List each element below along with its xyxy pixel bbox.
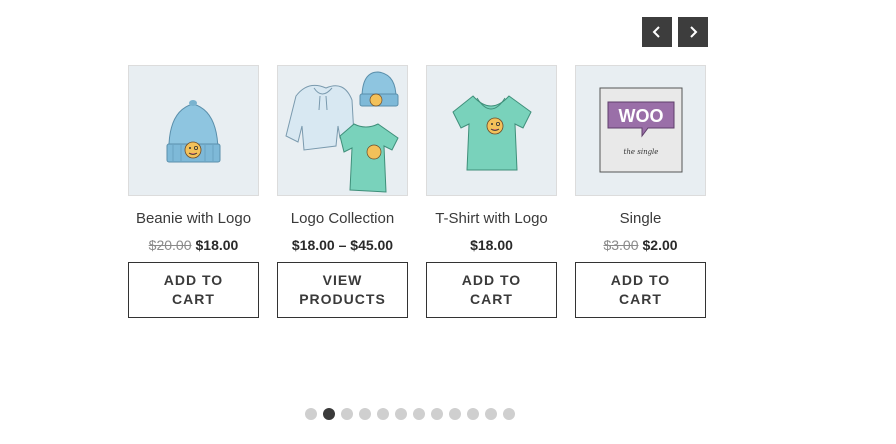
add-to-cart-button[interactable]: ADD TO CART <box>426 262 557 318</box>
add-to-cart-button[interactable]: ADD TO CART <box>128 262 259 318</box>
product-card-single: WOO the single Single $3.00 $2.00 ADD TO … <box>575 65 706 318</box>
pagination-dot[interactable] <box>503 408 515 420</box>
original-price: $3.00 <box>603 237 639 253</box>
beanie-image[interactable] <box>128 65 259 196</box>
pagination-dot[interactable] <box>485 408 497 420</box>
product-card-logo-collection: Logo Collection $18.00 – $45.00 VIEW PRO… <box>277 65 408 318</box>
sale-price: $18.00 <box>195 237 239 253</box>
carousel-pagination <box>305 408 515 420</box>
tshirt-illustration <box>452 95 532 171</box>
product-title[interactable]: Logo Collection <box>277 210 408 228</box>
album-caption: the single <box>624 148 659 156</box>
pagination-dot[interactable] <box>305 408 317 420</box>
pagination-dot[interactable] <box>341 408 353 420</box>
product-price: $3.00 $2.00 <box>575 236 706 254</box>
product-title[interactable]: T-Shirt with Logo <box>426 210 557 228</box>
carousel-prev-button[interactable] <box>642 17 672 47</box>
product-title[interactable]: Beanie with Logo <box>128 210 259 228</box>
pagination-dot-active[interactable] <box>323 408 335 420</box>
chevron-right-icon <box>690 26 698 38</box>
pagination-dot[interactable] <box>359 408 371 420</box>
collection-image[interactable] <box>277 65 408 196</box>
pagination-dot[interactable] <box>395 408 407 420</box>
single-album-image[interactable]: WOO the single <box>575 65 706 196</box>
product-card-beanie: Beanie with Logo $20.00 $18.00 ADD TO CAR… <box>128 65 259 318</box>
beanie-illustration <box>166 100 221 163</box>
product-title[interactable]: Single <box>575 210 706 228</box>
add-to-cart-button[interactable]: ADD TO CART <box>575 262 706 318</box>
original-price: $20.00 <box>148 237 192 253</box>
pagination-dot[interactable] <box>467 408 479 420</box>
pagination-dot[interactable] <box>377 408 389 420</box>
price-range: $18.00 – $45.00 <box>291 237 394 253</box>
chevron-left-icon <box>652 26 660 38</box>
woo-logo-text: WOO <box>619 106 664 126</box>
pagination-dot[interactable] <box>449 408 461 420</box>
pagination-dot[interactable] <box>413 408 425 420</box>
product-price: $18.00 – $45.00 <box>277 236 408 254</box>
product-card-tshirt: T-Shirt with Logo $18.00 ADD TO CART <box>426 65 557 318</box>
pagination-dot[interactable] <box>431 408 443 420</box>
view-products-button[interactable]: VIEW PRODUCTS <box>277 262 408 318</box>
collection-illustration <box>285 71 399 193</box>
carousel-next-button[interactable] <box>678 17 708 47</box>
price: $18.00 <box>470 237 513 253</box>
album-cover-illustration: WOO the single <box>599 87 683 173</box>
tshirt-image[interactable] <box>426 65 557 196</box>
product-price: $18.00 <box>426 236 557 254</box>
sale-price: $2.00 <box>642 237 678 253</box>
product-price: $20.00 $18.00 <box>128 236 259 254</box>
